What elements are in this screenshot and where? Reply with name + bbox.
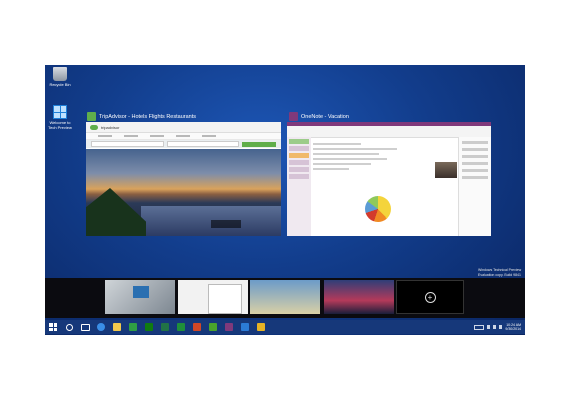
clock-date: 9/30/2014 bbox=[505, 327, 521, 331]
plus-icon: + bbox=[424, 291, 436, 303]
taskbar-app-ie[interactable] bbox=[95, 321, 107, 333]
taskbar: 10:24 AM 9/30/2014 bbox=[45, 320, 525, 334]
games-icon bbox=[209, 323, 217, 331]
action-center-icon[interactable] bbox=[499, 325, 503, 329]
recycle-bin-icon bbox=[53, 67, 67, 81]
taskbar-app-maps[interactable] bbox=[255, 321, 267, 333]
onenote-title-text: OneNote - Vacation bbox=[301, 113, 349, 120]
task-view-button[interactable] bbox=[79, 321, 91, 333]
search-button[interactable] bbox=[63, 321, 75, 333]
network-icon[interactable] bbox=[487, 325, 491, 329]
windows-logo-icon bbox=[53, 105, 67, 119]
recycle-bin-label: Recycle Bin bbox=[49, 82, 71, 87]
onenote-app-icon bbox=[289, 112, 298, 121]
onenote-pages-list bbox=[458, 137, 491, 236]
start-button[interactable] bbox=[47, 321, 59, 333]
maps-icon bbox=[257, 323, 265, 331]
store-icon bbox=[129, 323, 137, 331]
onenote-icon bbox=[225, 323, 233, 331]
onenote-window-preview[interactable] bbox=[287, 122, 491, 236]
desktop-thumbnail-2[interactable] bbox=[178, 280, 248, 314]
welcome-label: Welcome to Tech Preview bbox=[48, 120, 72, 130]
onenote-notebooks bbox=[287, 137, 311, 236]
add-desktop-button[interactable]: + bbox=[396, 280, 464, 314]
tripadvisor-app-icon bbox=[87, 112, 96, 121]
recycle-bin-shortcut[interactable]: Recycle Bin bbox=[48, 67, 72, 87]
site-nav bbox=[86, 133, 281, 140]
desktop-thumbnail-4[interactable] bbox=[324, 280, 394, 314]
trip-budget-pie bbox=[365, 196, 391, 222]
tripadvisor-title-text: TripAdvisor - Hotels Flights Restaurants bbox=[99, 113, 196, 120]
excel-icon bbox=[161, 323, 169, 331]
taskbar-app-powerpoint[interactable] bbox=[191, 321, 203, 333]
taskbar-app-explorer[interactable] bbox=[111, 321, 123, 333]
taskbar-app-sheets[interactable] bbox=[175, 321, 187, 333]
onenote-photo bbox=[435, 162, 457, 178]
onenote-page bbox=[313, 140, 433, 236]
tripadvisor-window-title[interactable]: TripAdvisor - Hotels Flights Restaurants bbox=[87, 112, 196, 121]
desktop-thumbnail-3[interactable] bbox=[250, 280, 320, 314]
photos-icon bbox=[241, 323, 249, 331]
sheets-icon bbox=[177, 323, 185, 331]
build-watermark: Windows Technical Preview Evaluation cop… bbox=[478, 268, 522, 277]
task-view-icon bbox=[80, 323, 90, 331]
taskbar-app-store[interactable] bbox=[127, 321, 139, 333]
system-tray: 10:24 AM 9/30/2014 bbox=[474, 323, 525, 332]
welcome-shortcut[interactable]: Welcome to Tech Preview bbox=[48, 105, 72, 130]
desktop-thumbnail-1[interactable] bbox=[105, 280, 175, 314]
keyboard-icon[interactable] bbox=[474, 324, 485, 330]
search-icon bbox=[65, 323, 73, 331]
powerpoint-icon bbox=[193, 323, 201, 331]
taskbar-app-games[interactable] bbox=[207, 321, 219, 333]
watermark-line-1: Windows Technical Preview bbox=[478, 268, 522, 272]
clock[interactable]: 10:24 AM 9/30/2014 bbox=[505, 323, 521, 332]
volume-icon[interactable] bbox=[493, 325, 497, 329]
xbox-icon bbox=[145, 323, 153, 331]
start-icon bbox=[49, 323, 57, 331]
file-explorer-icon bbox=[113, 323, 121, 331]
onenote-ribbon bbox=[287, 122, 491, 138]
hero-photo bbox=[86, 149, 281, 236]
tripadvisor-site-name: tripadvisor bbox=[101, 124, 120, 130]
taskbar-app-excel[interactable] bbox=[159, 321, 171, 333]
taskbar-app-photos[interactable] bbox=[239, 321, 251, 333]
internet-explorer-icon bbox=[97, 323, 105, 331]
onenote-window-title[interactable]: OneNote - Vacation bbox=[289, 112, 349, 121]
tripadvisor-logo-icon bbox=[90, 124, 98, 130]
browser-bar: tripadvisor bbox=[86, 122, 281, 133]
taskbar-app-xbox[interactable] bbox=[143, 321, 155, 333]
taskbar-app-onenote[interactable] bbox=[223, 321, 235, 333]
search-bar bbox=[86, 140, 281, 148]
tripadvisor-window-preview[interactable]: tripadvisor bbox=[86, 122, 281, 236]
watermark-line-2: Evaluation copy. Build 9841 bbox=[478, 272, 521, 277]
